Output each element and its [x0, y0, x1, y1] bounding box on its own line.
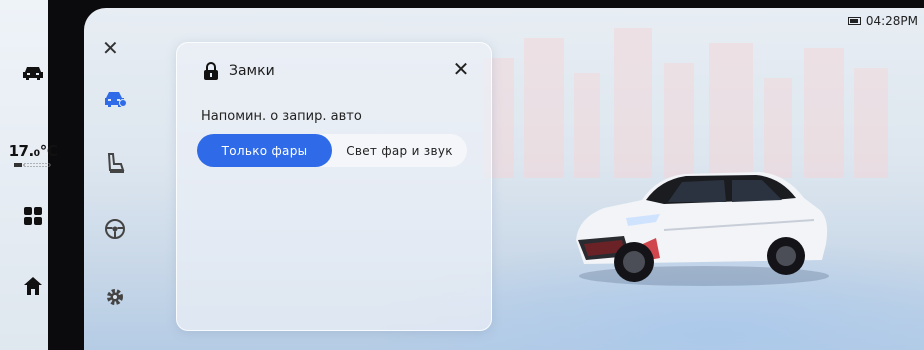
nav-seat[interactable]	[100, 148, 130, 178]
lock-reminder-label: Напомин. о запир. авто	[201, 109, 362, 124]
lock-reminder-selector: Только фары Свет фар и звук	[197, 134, 467, 167]
seat-icon	[107, 153, 125, 173]
fan-level-indicator	[14, 163, 51, 167]
left-dock: 17.₀℃	[0, 0, 66, 350]
grid-icon	[24, 207, 42, 225]
option-lights-and-sound[interactable]: Свет фар и звук	[332, 134, 467, 167]
steering-wheel-icon	[105, 219, 125, 239]
apps-button[interactable]	[0, 204, 66, 228]
gear-icon	[107, 289, 123, 305]
option-headlights-only[interactable]: Только фары	[197, 134, 332, 167]
settings-nav: ✕	[84, 8, 174, 350]
home-icon	[24, 277, 42, 295]
temperature-readout[interactable]: 17.₀℃	[0, 142, 66, 160]
home-button[interactable]	[0, 272, 66, 300]
locks-panel: Замки ✕ Напомин. о запир. авто Только фа…	[176, 42, 492, 331]
panel-title: Замки	[229, 63, 275, 79]
panel-header: Замки	[203, 57, 275, 85]
lock-icon	[204, 62, 218, 80]
clock: 04:28PM	[865, 14, 918, 28]
nav-system[interactable]	[100, 282, 130, 312]
panel-close-button[interactable]: ✕	[449, 57, 473, 81]
battery-icon	[847, 17, 861, 25]
vehicle-settings-icon	[105, 92, 127, 107]
status-bar: 04:28PM	[847, 14, 918, 28]
close-settings-button[interactable]: ✕	[102, 36, 119, 60]
car-button[interactable]	[0, 58, 66, 88]
vehicle-illustration	[576, 172, 829, 286]
nav-steering[interactable]	[100, 214, 130, 244]
nav-vehicle[interactable]	[100, 84, 130, 114]
car-icon	[23, 67, 43, 80]
main-screen: 04:28PM ✕ Замки ✕ Напомин. о запир. авто…	[84, 8, 924, 350]
